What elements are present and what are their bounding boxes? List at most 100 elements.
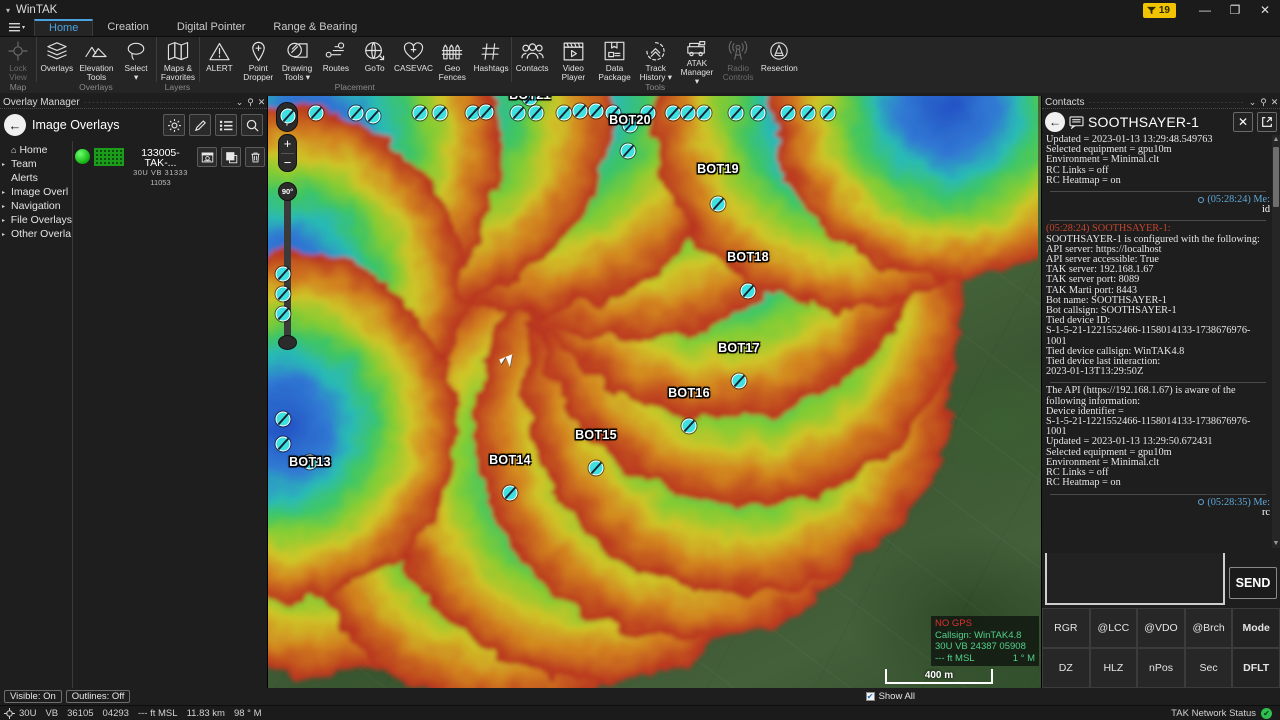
tab-creation[interactable]: Creation — [93, 19, 163, 36]
chat-scroll-up-icon[interactable]: ▲ — [1272, 135, 1280, 144]
ribbon-button-goto[interactable]: GoTo — [355, 37, 394, 82]
map-marker[interactable] — [821, 106, 836, 121]
outlines-toggle-chip[interactable]: Outlines: Off — [66, 690, 131, 703]
show-all-checkbox[interactable]: ✔ Show All — [866, 691, 915, 702]
app-menu-button[interactable]: ▾ — [0, 19, 34, 36]
ribbon-button-drawing-tools[interactable]: Drawing Tools ▾ — [278, 37, 317, 82]
map-marker[interactable] — [589, 104, 604, 119]
quick-key-rgr[interactable]: RGR — [1042, 608, 1090, 648]
ribbon-button-elevation-tools[interactable]: Elevation Tools — [77, 37, 117, 82]
chat-popout-button[interactable] — [1257, 112, 1277, 132]
minimize-button[interactable]: — — [1190, 0, 1220, 20]
map-marker[interactable] — [801, 106, 816, 121]
ribbon-button-contacts[interactable]: Contacts — [512, 37, 553, 82]
quick-key-dflt[interactable]: DFLT — [1232, 648, 1280, 688]
overlay-search-button[interactable] — [241, 114, 263, 136]
ribbon-button-maps-favorites[interactable]: Maps & Favorites — [157, 37, 199, 82]
zoom-in-button[interactable]: + — [284, 135, 292, 153]
overlay-settings-button[interactable] — [163, 114, 185, 136]
quick-key-mode[interactable]: Mode — [1232, 608, 1280, 648]
ribbon-button-select[interactable]: Select ▾ — [116, 37, 156, 82]
ribbon-button-resection[interactable]: Resection — [759, 37, 800, 82]
map-marker[interactable] — [751, 106, 766, 121]
ribbon-button-overlays[interactable]: Overlays — [37, 37, 77, 82]
map-marker[interactable] — [349, 106, 364, 121]
overlay-zoom-to-button[interactable] — [197, 147, 217, 167]
overlay-tree-node-home[interactable]: ⌂Home — [0, 143, 72, 157]
tree-expand-arrow-icon[interactable]: ▸ — [2, 231, 11, 238]
visible-toggle-chip[interactable]: Visible: On — [4, 690, 62, 703]
map-marker[interactable] — [573, 104, 588, 119]
tilt-bottom-knob[interactable] — [278, 335, 297, 350]
ribbon-button-casevac[interactable]: CASEVAC — [394, 37, 433, 82]
map-marker[interactable] — [276, 267, 291, 282]
overlay-tree-node-team[interactable]: ▸Team — [0, 157, 72, 171]
quick-key-brch[interactable]: @Brch — [1185, 608, 1233, 648]
map-zoom-controls[interactable]: + − — [278, 134, 297, 172]
overlay-tree-node-navigation[interactable]: ▸Navigation — [0, 199, 72, 213]
map-marker[interactable] — [681, 106, 696, 121]
quick-key-hlz[interactable]: HLZ — [1090, 648, 1138, 688]
overlay-manager-close-icon[interactable]: ✕ — [256, 97, 267, 108]
zoom-out-button[interactable]: − — [284, 154, 292, 172]
contacts-collapse-icon[interactable]: ⌄ — [1247, 97, 1258, 108]
map-marker[interactable] — [729, 106, 744, 121]
map-marker[interactable] — [366, 109, 381, 124]
chat-scroll-down-icon[interactable]: ▼ — [1272, 539, 1280, 548]
map-marker-bot16[interactable] — [682, 419, 697, 434]
tab-range-bearing[interactable]: Range & Bearing — [259, 19, 371, 36]
ribbon-button-hashtags[interactable]: Hashtags — [472, 37, 511, 82]
map-marker-bot14[interactable] — [503, 486, 518, 501]
map-marker-bot17[interactable] — [732, 374, 747, 389]
contacts-pin-icon[interactable]: ⚲ — [1258, 97, 1269, 108]
map-marker-bot15[interactable] — [589, 461, 604, 476]
ribbon-button-video-player[interactable]: Video Player — [553, 37, 594, 82]
map-marker[interactable] — [276, 307, 291, 322]
map-marker[interactable] — [781, 106, 796, 121]
map-marker-bot18[interactable] — [741, 284, 756, 299]
chat-close-button[interactable]: ✕ — [1233, 112, 1253, 132]
chat-log[interactable]: Updated = 2023-01-13 13:29:48.549763 Sel… — [1042, 135, 1280, 548]
ribbon-button-routes[interactable]: Routes — [316, 37, 355, 82]
map-marker[interactable] — [666, 106, 681, 121]
overlay-manager-pin-icon[interactable]: ⚲ — [245, 97, 256, 108]
tak-network-status[interactable]: TAK Network Status ✔ — [1171, 708, 1272, 719]
quick-key-dz[interactable]: DZ — [1042, 648, 1090, 688]
map-marker[interactable] — [511, 106, 526, 121]
map-marker[interactable] — [557, 106, 572, 121]
map-marker[interactable] — [529, 106, 544, 121]
overlay-edit-button[interactable] — [189, 114, 211, 136]
contacts-close-icon[interactable]: ✕ — [1269, 97, 1280, 108]
overlay-tree-node-alerts[interactable]: Alerts — [0, 171, 72, 185]
quick-key-lcc[interactable]: @LCC — [1090, 608, 1138, 648]
tree-expand-arrow-icon[interactable]: ▸ — [2, 189, 11, 196]
ribbon-button-geo-fences[interactable]: Geo Fences — [433, 37, 472, 82]
quick-key-npos[interactable]: nPos — [1137, 648, 1185, 688]
overlay-delete-button[interactable] — [245, 147, 265, 167]
map-marker[interactable] — [479, 105, 494, 120]
map-view[interactable]: ▲ N ▼ + − 90° BOT13BOT14BOT15BOT16BOT17B… — [268, 96, 1041, 688]
chat-scroll-thumb[interactable] — [1273, 147, 1279, 207]
tree-expand-arrow-icon[interactable]: ▸ — [2, 161, 11, 168]
quick-key-vdo[interactable]: @VDO — [1137, 608, 1185, 648]
tab-digital-pointer[interactable]: Digital Pointer — [163, 19, 259, 36]
map-marker[interactable] — [309, 106, 324, 121]
tilt-value-knob[interactable]: 90° — [278, 182, 297, 201]
send-button[interactable]: SEND — [1229, 567, 1277, 599]
title-caret-icon[interactable]: ▾ — [6, 6, 10, 15]
map-marker[interactable] — [697, 106, 712, 121]
map-marker[interactable] — [281, 109, 296, 124]
map-marker[interactable] — [433, 106, 448, 121]
map-marker[interactable] — [413, 106, 428, 121]
overlay-list-item[interactable]: 133005-TAK-... 30U VB 31333 11053 — [75, 147, 265, 188]
overlay-tree-node-file-overlays[interactable]: ▸File Overlays — [0, 213, 72, 227]
map-marker[interactable] — [621, 144, 636, 159]
overlay-manager-collapse-icon[interactable]: ⌄ — [234, 97, 245, 108]
overlay-visibility-button[interactable] — [221, 147, 241, 167]
map-marker-bot19[interactable] — [711, 197, 726, 212]
filter-badge[interactable]: 19 — [1143, 3, 1176, 18]
map-marker[interactable] — [276, 287, 291, 302]
ribbon-button-alert[interactable]: ALERT — [200, 37, 239, 82]
overlay-tree-node-other-overla[interactable]: ▸Other Overla — [0, 227, 72, 241]
tab-home[interactable]: Home — [34, 19, 93, 36]
